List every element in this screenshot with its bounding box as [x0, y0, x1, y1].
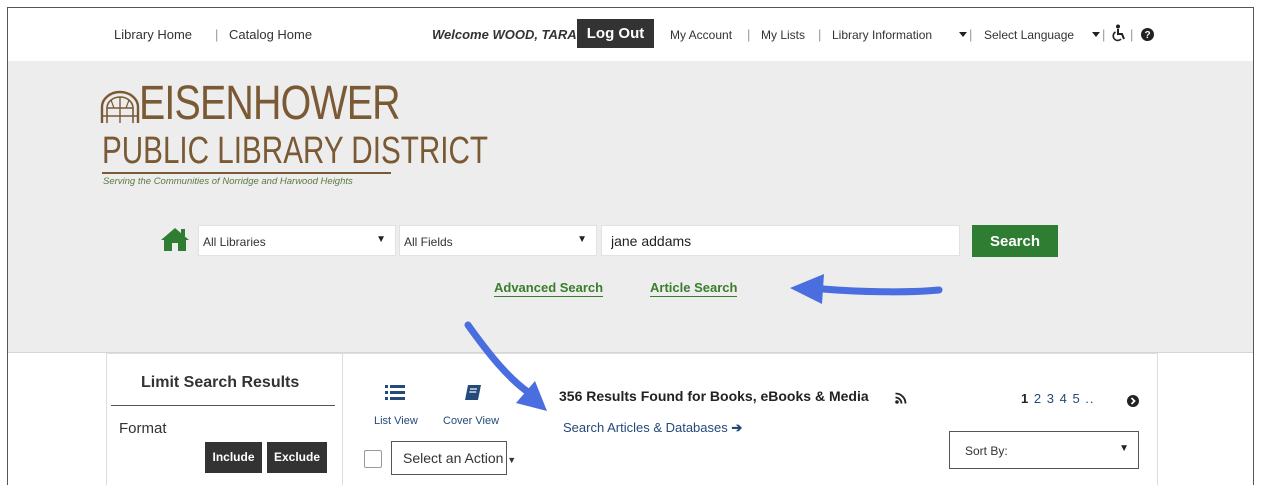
my-account-link[interactable]: My Account — [670, 28, 732, 42]
logo-divider — [102, 172, 391, 174]
chevron-down-icon[interactable] — [1092, 32, 1100, 37]
pagination: 1 2 3 4 5 .. — [1021, 391, 1095, 406]
nav-separator: | — [215, 27, 219, 42]
article-search-link[interactable]: Article Search — [650, 280, 738, 297]
exclude-button[interactable]: Exclude — [267, 442, 327, 473]
action-select[interactable]: Select an Action ▼ — [391, 441, 516, 475]
nav-separator: | — [969, 27, 973, 42]
format-facet-label[interactable]: Format — [119, 420, 167, 437]
field-select-value: All Fields — [404, 235, 453, 249]
page-link[interactable]: 3 — [1047, 391, 1055, 406]
logo-tagline: Serving the Communities of Norridge and … — [103, 176, 353, 187]
rss-feed-icon[interactable] — [895, 391, 907, 409]
svg-text:?: ? — [1144, 30, 1150, 41]
next-page-icon[interactable] — [1127, 394, 1139, 412]
library-arch-logo-icon — [100, 90, 140, 129]
logout-button[interactable]: Log Out — [577, 19, 654, 48]
results-panel: Limit Search Results Format Include Excl… — [106, 353, 1158, 485]
library-information-menu[interactable]: Library Information — [832, 28, 932, 42]
search-button[interactable]: Search — [972, 225, 1058, 257]
logo-title[interactable]: EISENHOWER — [139, 80, 401, 128]
nav-separator: | — [1102, 27, 1106, 42]
page-ellipsis: .. — [1085, 391, 1095, 406]
page-link[interactable]: 5 — [1072, 391, 1080, 406]
page-current: 1 — [1021, 391, 1030, 406]
nav-separator: | — [818, 27, 822, 42]
dropdown-arrow-icon: ▼ — [507, 455, 517, 465]
articles-link-label: Search Articles & Databases — [563, 420, 728, 435]
limit-results-heading: Limit Search Results — [141, 374, 300, 391]
sort-by-value: Sort By: — [965, 444, 1008, 458]
page-link[interactable]: 2 — [1034, 391, 1042, 406]
dropdown-arrow-icon: ▼ — [376, 234, 386, 245]
accessibility-icon[interactable] — [1112, 24, 1126, 47]
catalog-home-link[interactable]: Catalog Home — [229, 27, 312, 42]
field-select[interactable]: All Fields ▼ — [399, 225, 597, 256]
sidebar-divider — [111, 405, 335, 406]
dropdown-arrow-icon: ▼ — [1119, 443, 1129, 454]
nav-separator: | — [747, 27, 751, 42]
page-link[interactable]: 4 — [1060, 391, 1068, 406]
library-select[interactable]: All Libraries ▼ — [198, 225, 396, 256]
welcome-text: Welcome WOOD, TARA — [432, 27, 577, 42]
browser-frame: Library Home | Catalog Home Welcome WOOD… — [7, 7, 1254, 485]
dropdown-arrow-icon: ▼ — [577, 234, 587, 245]
cover-view-label[interactable]: Cover View — [443, 415, 499, 427]
limit-results-sidebar: Limit Search Results Format Include Excl… — [107, 354, 343, 485]
cover-view-book-icon[interactable] — [464, 384, 482, 407]
search-input[interactable] — [601, 225, 960, 256]
search-articles-databases-link[interactable]: Search Articles & Databases ➔ — [563, 420, 742, 436]
arrow-right-icon: ➔ — [731, 420, 743, 435]
help-icon[interactable]: ? — [1141, 28, 1154, 46]
logo-subtitle[interactable]: PUBLIC LIBRARY DISTRICT — [102, 132, 488, 170]
select-language-menu[interactable]: Select Language — [984, 28, 1074, 42]
advanced-search-link[interactable]: Advanced Search — [494, 280, 604, 297]
library-home-link[interactable]: Library Home — [114, 27, 192, 42]
library-select-value: All Libraries — [203, 235, 266, 249]
nav-separator: | — [1130, 27, 1134, 42]
list-view-label[interactable]: List View — [374, 415, 418, 427]
sort-by-select[interactable]: Sort By: ▼ — [949, 431, 1139, 469]
action-select-value: Select an Action — [403, 450, 504, 466]
chevron-down-icon[interactable] — [959, 32, 967, 37]
list-view-icon[interactable] — [385, 384, 405, 407]
my-lists-link[interactable]: My Lists — [761, 28, 805, 42]
top-navigation: Library Home | Catalog Home Welcome WOOD… — [8, 8, 1253, 61]
select-all-checkbox[interactable] — [364, 450, 382, 468]
results-count-heading: 356 Results Found for Books, eBooks & Me… — [559, 388, 869, 404]
home-icon[interactable] — [160, 226, 190, 257]
include-button[interactable]: Include — [205, 442, 262, 473]
